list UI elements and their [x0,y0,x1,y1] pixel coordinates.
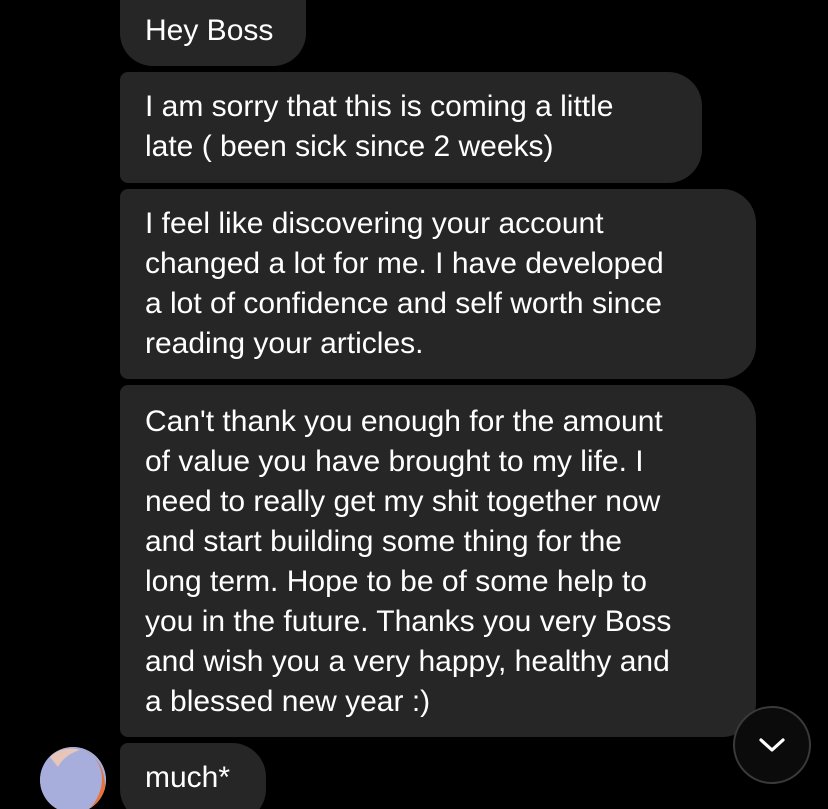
message-bubble[interactable]: much* [120,743,266,809]
message-bubble[interactable]: I feel like discovering your account cha… [120,189,756,379]
chat-thread: Hey Boss I am sorry that this is coming … [0,0,828,809]
message-bubble[interactable]: I am sorry that this is coming a little … [120,72,702,183]
message-bubble[interactable]: Can't thank you enough for the amount of… [120,385,756,737]
avatar[interactable] [40,747,106,809]
chevron-down-icon [759,738,785,752]
avatar-image [40,747,106,809]
message-bubble[interactable]: Hey Boss [120,0,306,66]
scroll-down-button[interactable] [733,706,811,784]
